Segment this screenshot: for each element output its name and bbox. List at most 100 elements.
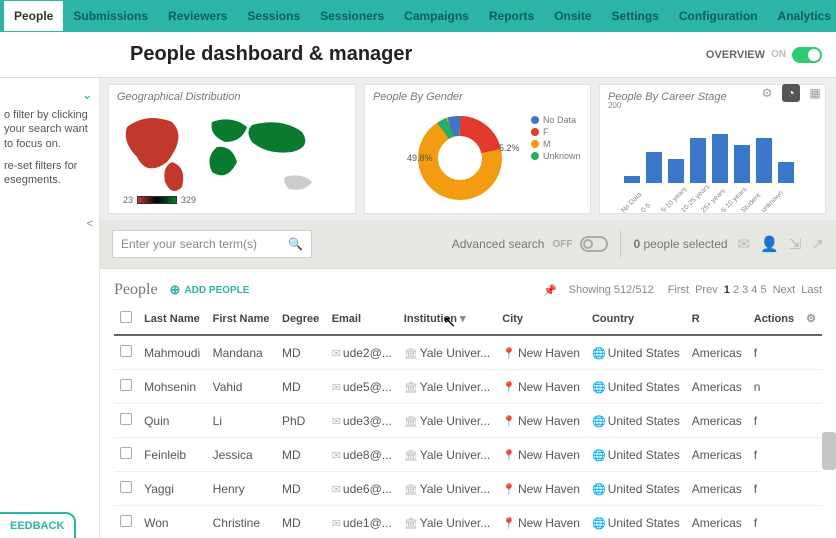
cell-actions[interactable]: f [748,438,800,472]
row-checkbox[interactable] [120,447,132,459]
cell-email[interactable]: ✉ude8@... [326,438,398,472]
row-checkbox[interactable] [120,481,132,493]
bar[interactable] [756,138,772,184]
row-checkbox[interactable] [120,379,132,391]
row-checkbox[interactable] [120,413,132,425]
col-institution[interactable]: Institution ▾ [398,303,496,335]
cell-city[interactable]: 📍New Haven [496,335,586,370]
nav-tab-reports[interactable]: Reports [479,1,544,31]
career-bars[interactable] [624,113,794,183]
cell-actions[interactable]: n [748,370,800,404]
bar[interactable] [668,159,684,184]
row-checkbox[interactable] [120,515,132,527]
search-icon[interactable]: 🔍 [288,237,303,251]
cell-country[interactable]: 🌐United States [586,404,686,438]
table-view-icon[interactable]: ▦ [806,84,824,102]
bar[interactable] [624,176,640,183]
bar[interactable] [646,152,662,184]
page-4[interactable]: 4 [751,284,757,296]
col-email[interactable]: Email [326,303,398,335]
cell-institution[interactable]: 🏛Yale Univer... [398,335,496,370]
table-row[interactable]: YaggiHenryMD✉ude6@...🏛Yale Univer...📍New… [114,472,822,506]
gear-icon[interactable]: ⚙ [758,84,776,102]
cell-country[interactable]: 🌐United States [586,370,686,404]
col-country[interactable]: Country [586,303,686,335]
nav-tab-reviewers[interactable]: Reviewers [158,1,237,31]
collapse-sidebar-icon[interactable]: < [87,218,93,230]
user-icon[interactable]: 👤 [760,235,779,253]
cell-email[interactable]: ✉ude6@... [326,472,398,506]
nav-tab-analytics[interactable]: Analytics [768,1,836,31]
col-actions[interactable]: Actions [748,303,800,335]
col-lastname[interactable]: Last Name [138,303,207,335]
cell-institution[interactable]: 🏛Yale Univer... [398,506,496,538]
search-input[interactable]: Enter your search term(s) 🔍 [112,230,312,258]
table-row[interactable]: WonChristineMD✉ude1@...🏛Yale Univer...📍N… [114,506,822,538]
cell-institution[interactable]: 🏛Yale Univer... [398,370,496,404]
add-people-button[interactable]: ⊕ ADD PEOPLE [170,282,250,298]
table-row[interactable]: MahmoudiMandanaMD✉ude2@...🏛Yale Univer..… [114,335,822,370]
cell-city[interactable]: 📍New Haven [496,404,586,438]
nav-tab-people[interactable]: People [4,1,63,31]
cell-city[interactable]: 📍New Haven [496,506,586,538]
cell-actions[interactable]: f [748,335,800,370]
page-3[interactable]: 3 [742,284,748,296]
row-checkbox[interactable] [120,345,132,357]
bar[interactable] [690,138,706,184]
nav-tab-campaigns[interactable]: Campaigns [394,1,479,31]
cell-city[interactable]: 📍New Haven [496,438,586,472]
advanced-search[interactable]: Advanced search OFF [452,236,609,252]
cell-email[interactable]: ✉ude1@... [326,506,398,538]
toggle-switch-icon[interactable] [792,47,822,63]
cell-actions[interactable]: f [748,404,800,438]
cell-country[interactable]: 🌐United States [586,506,686,538]
page-5[interactable]: 5 [760,284,766,296]
nav-tab-sessioners[interactable]: Sessioners [310,1,394,31]
table-row[interactable]: FeinleibJessicaMD✉ude8@...🏛Yale Univer..… [114,438,822,472]
col-degree[interactable]: Degree [276,303,326,335]
col-check[interactable] [114,303,138,335]
pie-view-icon[interactable]: ◔ [782,84,800,102]
bar[interactable] [778,162,794,183]
cell-country[interactable]: 🌐United States [586,472,686,506]
page-prev[interactable]: Prev [695,284,718,296]
nav-tab-onsite[interactable]: Onsite [544,1,601,31]
bar[interactable] [712,134,728,183]
page-next[interactable]: Next [773,284,796,296]
export-icon[interactable]: ⇲ [789,235,802,253]
cell-institution[interactable]: 🏛Yale Univer... [398,404,496,438]
nav-tab-sessions[interactable]: Sessions [237,1,310,31]
chevron-down-icon[interactable]: ⌄ [81,86,93,103]
cell-city[interactable]: 📍New Haven [496,370,586,404]
cell-city[interactable]: 📍New Haven [496,472,586,506]
col-city[interactable]: City [496,303,586,335]
col-region[interactable]: R [686,303,748,335]
overview-toggle[interactable]: OVERVIEW ON [706,47,822,63]
nav-tab-settings[interactable]: Settings [602,1,669,31]
cell-country[interactable]: 🌐United States [586,335,686,370]
pin-icon[interactable]: 📌 [543,284,557,297]
feedback-tab[interactable]: EEDBACK [0,512,76,538]
page-last[interactable]: Last [801,284,822,296]
world-map[interactable]: 23 329 [117,107,347,207]
cell-email[interactable]: ✉ude5@... [326,370,398,404]
nav-tab-configuration[interactable]: Configuration [669,1,768,31]
cell-institution[interactable]: 🏛Yale Univer... [398,438,496,472]
cell-actions[interactable]: f [748,472,800,506]
cell-email[interactable]: ✉ude3@... [326,404,398,438]
page-first[interactable]: First [668,284,689,296]
share-icon[interactable]: ↗ [811,235,824,253]
adv-toggle-icon[interactable] [580,236,608,252]
cell-institution[interactable]: 🏛Yale Univer... [398,472,496,506]
mail-icon[interactable]: ✉ [738,235,751,253]
scrollbar-thumb[interactable] [822,432,836,470]
col-firstname[interactable]: First Name [207,303,276,335]
col-gear[interactable]: ⚙ [800,303,822,335]
cell-actions[interactable]: f [748,506,800,538]
bar[interactable] [734,145,750,184]
cell-email[interactable]: ✉ude2@... [326,335,398,370]
cell-country[interactable]: 🌐United States [586,438,686,472]
nav-tab-submissions[interactable]: Submissions [63,1,158,31]
table-row[interactable]: MohseninVahidMD✉ude5@...🏛Yale Univer...📍… [114,370,822,404]
page-1[interactable]: 1 [724,284,730,296]
